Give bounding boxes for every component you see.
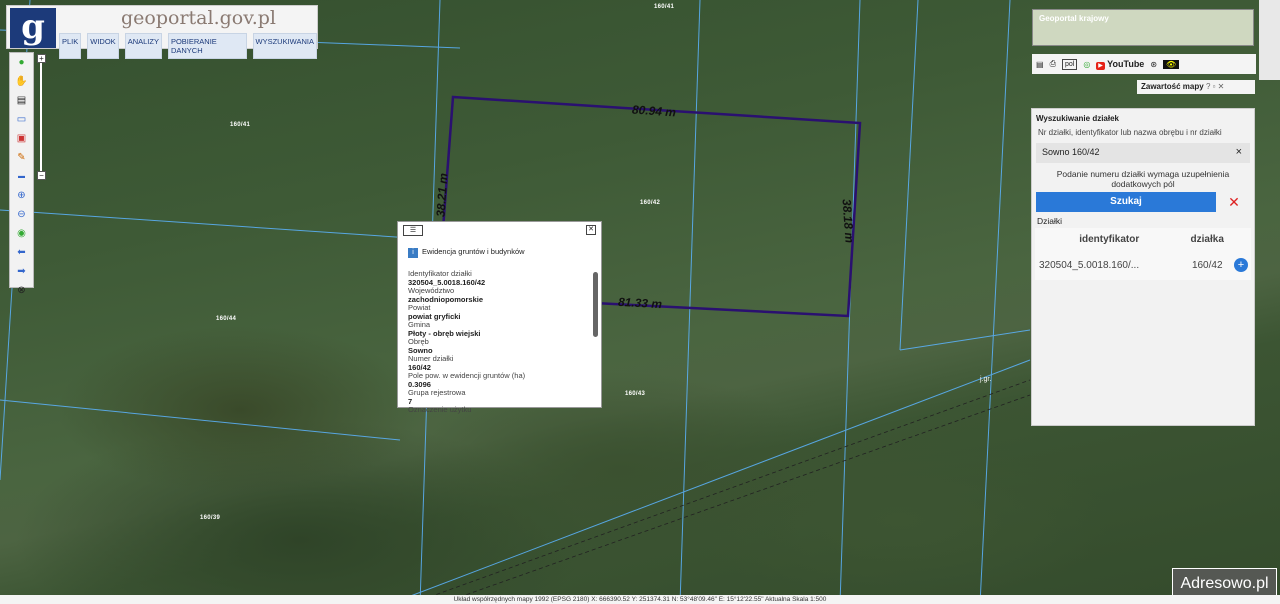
search-input[interactable]: Sowno 160/42 × <box>1036 143 1250 163</box>
clear-input-icon[interactable]: × <box>1236 146 1242 158</box>
plot-label: 160/39 <box>200 515 221 521</box>
map-content-bar[interactable]: Zawartość mapy ? ▫ ✕ <box>1137 80 1255 94</box>
main-menu: PLIK WIDOK ANALIZY POBIERANIE DANYCH WYS… <box>59 33 317 59</box>
accessibility-icon[interactable]: ⊛ <box>1150 60 1157 69</box>
overview-minimap[interactable]: Geoportal krajowy <box>1032 9 1254 46</box>
zoom-slider[interactable]: + − <box>37 54 46 184</box>
print-icon[interactable]: ⎙ <box>1050 59 1056 69</box>
info-icon[interactable]: ● <box>10 53 33 72</box>
clear-select-icon[interactable]: ▣ <box>10 129 33 148</box>
col-header-dz[interactable]: działka <box>1183 228 1231 250</box>
forward-arrow-icon[interactable]: ➡ <box>10 262 33 281</box>
measure-icon[interactable]: ▬ <box>10 167 33 186</box>
top-right-toolbar: ▤ ⎙ pol ◎ ▶ YouTube ⊛ 👁 <box>1032 54 1256 74</box>
zoom-in-icon[interactable]: ⊕ <box>10 186 33 205</box>
popup-scroll-thumb[interactable] <box>593 272 598 337</box>
zoom-minus-icon[interactable]: − <box>37 171 46 180</box>
plot-label: 160/41 <box>654 4 675 10</box>
menu-widok[interactable]: WIDOK <box>87 33 119 59</box>
row-dz: 160/42 <box>1191 259 1223 271</box>
eye-icon[interactable]: 👁 <box>1163 59 1180 69</box>
map-content-label: Zawartość mapy <box>1141 82 1204 91</box>
add-icon[interactable]: + <box>1234 258 1248 272</box>
zoom-out-icon[interactable]: ⊖ <box>10 205 33 224</box>
plot-label: 160/43 <box>625 391 646 397</box>
lifebuoy-icon[interactable]: ⊗ <box>10 281 33 300</box>
youtube-label: YouTube <box>1107 59 1145 69</box>
menu-pobieranie[interactable]: POBIERANIE DANYCH <box>167 33 247 59</box>
geoportal-logo[interactable]: g <box>10 8 56 48</box>
minimap-label: Geoportal krajowy <box>1039 14 1109 23</box>
popup-close-icon[interactable]: ✕ <box>586 225 596 235</box>
search-value: Sowno 160/42 <box>1042 147 1100 157</box>
pan-hand-icon[interactable]: ✋ <box>10 72 33 91</box>
back-arrow-icon[interactable]: ⬅ <box>10 243 33 262</box>
site-title: geoportal.gov.pl <box>121 7 276 29</box>
search-button[interactable]: Szukaj <box>1036 192 1216 212</box>
field-label: Oznaczenie użytku <box>408 405 472 414</box>
popup-scrollbar[interactable] <box>592 242 599 406</box>
popup-list-icon[interactable]: ☰ <box>403 225 423 236</box>
row-id: 320504_5.0018.160/... <box>1039 259 1140 271</box>
globe-icon[interactable]: ◉ <box>10 224 33 243</box>
plot-label: 160/42 <box>640 200 661 206</box>
document-icon[interactable]: ▤ <box>1036 60 1044 69</box>
measure-right: 38.18 m <box>839 198 857 244</box>
cancel-icon[interactable]: ✕ <box>1224 192 1244 212</box>
results-table: identyfikator działka 320504_5.0018.160/.… <box>1035 228 1251 280</box>
info-popup: ☰ ✕ i Ewidencja gruntów i budynków Identy… <box>397 221 602 414</box>
col-header-id[interactable]: identyfikator <box>1035 228 1183 250</box>
field-label: Numer działki <box>408 354 454 363</box>
panel-title: Wyszukiwanie działek <box>1036 114 1119 123</box>
popup-section: Ewidencja gruntów i budynków <box>422 247 525 256</box>
plot-label: 160/41 <box>230 122 251 128</box>
menu-analizy[interactable]: ANALIZY <box>124 33 162 59</box>
pencil-icon[interactable]: ✎ <box>10 148 33 167</box>
menu-plik[interactable]: PLIK <box>59 33 82 59</box>
field-label: Pole pow. w ewidencji gruntów (ha) <box>408 371 526 380</box>
zoom-track[interactable] <box>40 63 42 171</box>
zoom-plus-icon[interactable]: + <box>37 54 46 63</box>
popup-body: i Ewidencja gruntów i budynków Identyfika… <box>408 247 588 415</box>
map-label-jgr: j.gr. <box>980 376 992 383</box>
language-select[interactable]: pol <box>1061 58 1078 70</box>
info-icon: i <box>408 248 418 258</box>
settings-icon[interactable]: ◎ <box>1083 60 1090 69</box>
menu-wyszukiwania[interactable]: WYSZUKIWANIA <box>252 33 317 59</box>
field-value: zachodniopomorskie <box>408 294 484 304</box>
panel-description: Nr działki, identyfikator lub nazwa obrę… <box>1038 128 1222 137</box>
field-label: Obręb <box>408 337 429 346</box>
status-bar: Układ współrzędnych mapy 1992 (EPSG 2180… <box>0 595 1280 604</box>
tool-sidebar: ● ✋ ▤ ▭ ▣ ✎ ▬ ⊕ ⊖ ◉ ⬅ ➡ ⊗ <box>9 52 34 296</box>
warning-text: Podanie numeru działki wymaga uzupełnien… <box>1056 169 1230 189</box>
results-title: Działki <box>1037 216 1063 226</box>
parcel-search-panel: Wyszukiwanie działek Nr działki, identyf… <box>1031 108 1255 426</box>
right-collapsed-strip[interactable] <box>1259 0 1280 80</box>
field-value: Płoty - obręb wiejski <box>408 328 481 338</box>
header-logo-box: g geoportal.gov.pl PLIK WIDOK ANALIZY PO… <box>6 5 318 59</box>
table-row[interactable]: 320504_5.0018.160/... 160/42 + <box>1035 250 1251 280</box>
field-label: Grupa rejestrowa <box>408 388 466 397</box>
measure-bottom: 81.33 m <box>617 294 663 312</box>
field-value: powiat gryficki <box>408 311 461 321</box>
select-icon[interactable]: ▭ <box>10 110 33 129</box>
youtube-play-icon: ▶ <box>1096 62 1105 70</box>
plot-label: 160/44 <box>216 316 237 322</box>
help-icon[interactable]: ? ▫ ✕ <box>1206 82 1224 91</box>
legend-icon[interactable]: ▤ <box>10 91 33 110</box>
measure-top: 80.94 m <box>631 102 677 120</box>
youtube-link[interactable]: ▶ YouTube <box>1096 59 1145 70</box>
